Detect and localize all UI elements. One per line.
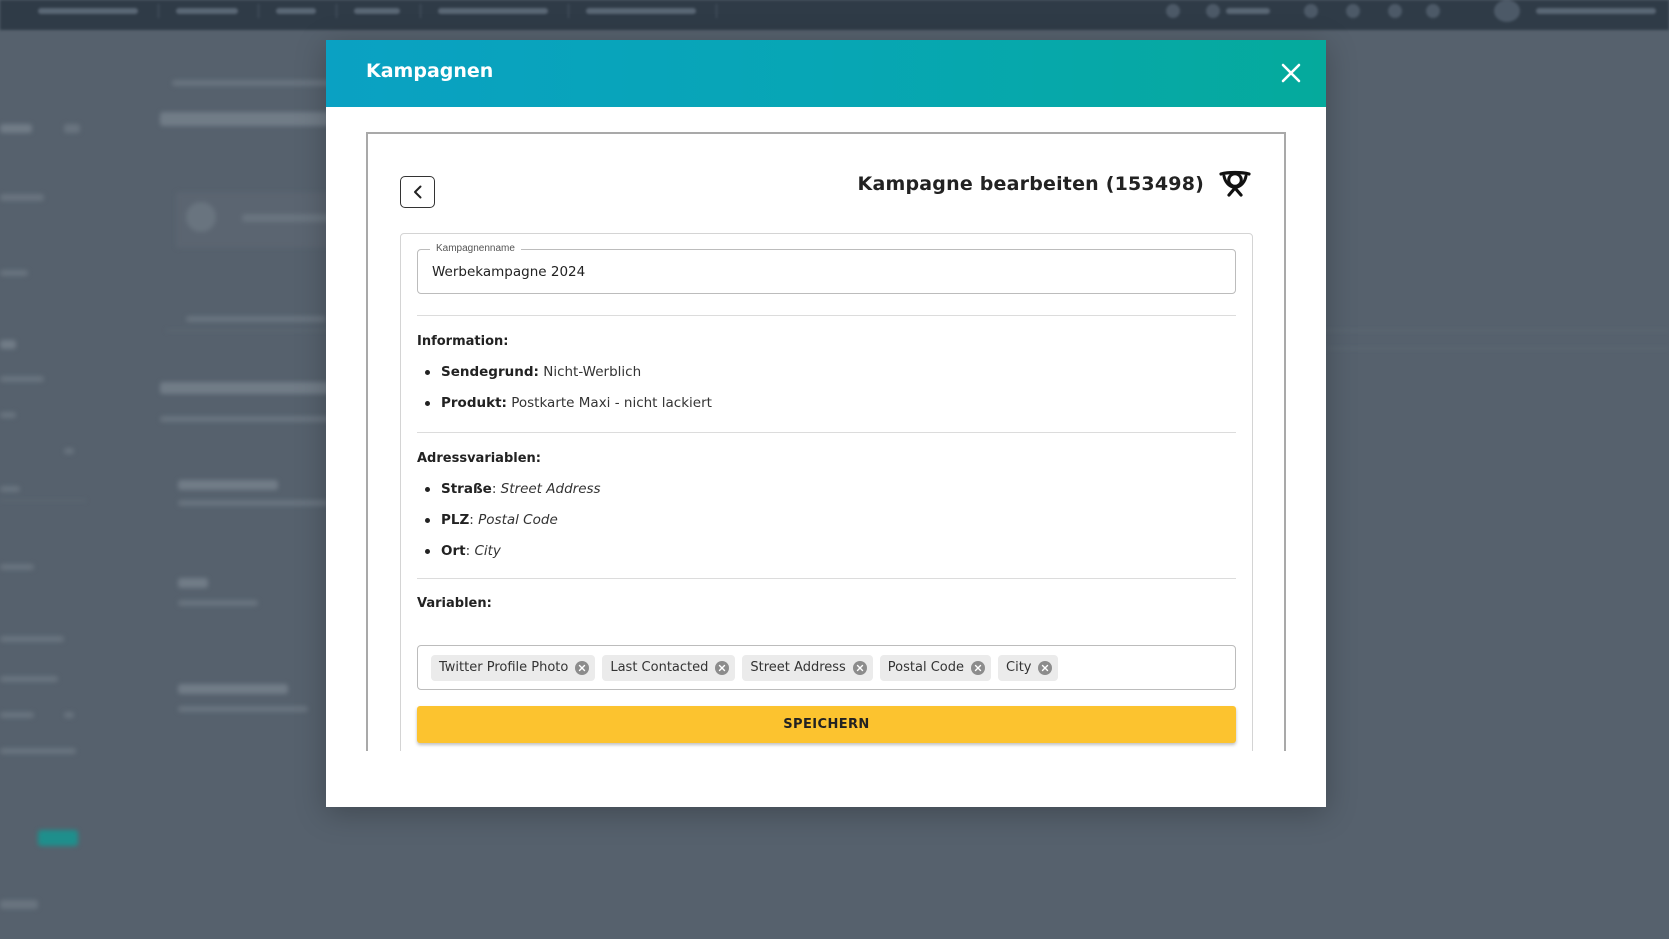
background-top-navigation bbox=[0, 0, 1669, 30]
item-separator: : bbox=[491, 481, 501, 497]
divider bbox=[417, 315, 1236, 316]
address-variables-heading: Adressvariablen: bbox=[417, 451, 541, 466]
variable-chip[interactable]: Twitter Profile Photo bbox=[431, 654, 596, 681]
campaign-form: Kampagnenname Information: Sendegrund: N… bbox=[400, 233, 1253, 751]
close-button[interactable] bbox=[1276, 58, 1306, 88]
modal-title: Kampagnen bbox=[366, 60, 494, 82]
item-key: Produkt: bbox=[441, 395, 507, 411]
post-horn-logo-icon bbox=[1219, 170, 1251, 197]
variables-heading: Variablen: bbox=[417, 596, 492, 611]
address-variable-plz: PLZ: Postal Code bbox=[425, 511, 601, 542]
remove-chip-icon[interactable] bbox=[1038, 660, 1053, 675]
chip-label: City bbox=[1006, 660, 1032, 675]
address-variable-ort: Ort: City bbox=[425, 542, 601, 573]
chip-label: Twitter Profile Photo bbox=[439, 660, 569, 675]
item-key: PLZ bbox=[441, 512, 470, 528]
variable-chip[interactable]: Last Contacted bbox=[602, 654, 736, 681]
item-value: Postal Code bbox=[478, 512, 558, 528]
information-heading: Information: bbox=[417, 334, 509, 349]
divider bbox=[417, 578, 1236, 579]
remove-chip-icon[interactable] bbox=[971, 660, 985, 675]
item-value: City bbox=[474, 543, 501, 559]
back-button[interactable] bbox=[400, 176, 435, 208]
information-item-sendegrund: Sendegrund: Nicht-Werblich bbox=[425, 363, 712, 394]
address-variable-strasse: Straße: Street Address bbox=[425, 480, 601, 511]
campaigns-modal: Kampagnen Kampagne bearbeiten (153498) K… bbox=[326, 40, 1326, 807]
item-key: Ort bbox=[441, 543, 466, 559]
close-icon bbox=[1281, 63, 1301, 83]
item-key: Straße bbox=[441, 481, 492, 497]
item-key: Sendegrund: bbox=[441, 364, 539, 380]
item-value: Nicht-Werblich bbox=[543, 364, 642, 380]
chip-label: Street Address bbox=[750, 660, 846, 675]
remove-chip-icon[interactable] bbox=[715, 660, 730, 675]
divider bbox=[417, 432, 1236, 433]
variable-chip[interactable]: Postal Code bbox=[879, 654, 991, 681]
variable-chip[interactable]: Street Address bbox=[742, 654, 873, 681]
modal-header: Kampagnen bbox=[326, 40, 1326, 107]
address-variables-list: Straße: Street Address PLZ: Postal Code … bbox=[425, 480, 601, 573]
campaign-name-field: Kampagnenname bbox=[417, 243, 1236, 294]
information-item-produkt: Produkt: Postkarte Maxi - nicht lackiert bbox=[425, 394, 712, 425]
item-value: Street Address bbox=[500, 481, 601, 497]
campaign-name-input[interactable] bbox=[418, 250, 1235, 293]
save-button[interactable]: SPEICHERN bbox=[417, 706, 1236, 743]
variable-chip[interactable]: City bbox=[998, 654, 1059, 681]
edit-campaign-title: Kampagne bearbeiten (153498) bbox=[857, 173, 1204, 195]
chip-label: Last Contacted bbox=[610, 660, 709, 675]
chevron-left-icon bbox=[413, 185, 421, 199]
variables-chip-input[interactable]: Twitter Profile Photo Last Contacted Str… bbox=[417, 645, 1236, 690]
campaign-edit-frame: Kampagne bearbeiten (153498) Kampagnenna… bbox=[366, 132, 1286, 751]
remove-chip-icon[interactable] bbox=[852, 660, 867, 675]
item-separator: : bbox=[469, 512, 479, 528]
remove-chip-icon[interactable] bbox=[575, 660, 590, 675]
item-value: Postkarte Maxi - nicht lackiert bbox=[511, 395, 712, 411]
chip-label: Postal Code bbox=[887, 660, 964, 675]
information-list: Sendegrund: Nicht-Werblich Produkt: Post… bbox=[425, 363, 712, 425]
